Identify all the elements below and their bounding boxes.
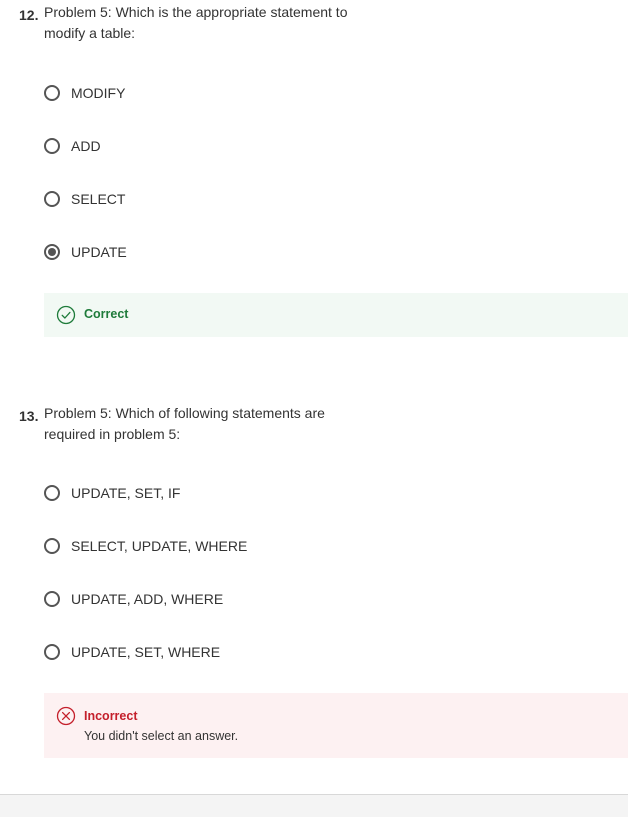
option-label: SELECT, UPDATE, WHERE (71, 538, 248, 554)
option-select-update-where[interactable]: SELECT, UPDATE, WHERE (43, 535, 247, 557)
option-label: UPDATE (71, 244, 127, 260)
x-circle-icon (56, 706, 76, 726)
radio-button[interactable] (44, 538, 60, 554)
option-add[interactable]: ADD (43, 135, 101, 157)
bottom-bar (0, 794, 628, 817)
option-label: SELECT (71, 191, 126, 207)
radio-button[interactable] (44, 191, 60, 207)
option-update-add-where[interactable]: UPDATE, ADD, WHERE (43, 588, 223, 610)
question-number: 12. (19, 7, 39, 23)
question-text: Problem 5: Which is the appropriate stat… (44, 4, 348, 41)
option-update-set-where[interactable]: UPDATE, SET, WHERE (43, 641, 220, 663)
radio-button[interactable] (44, 591, 60, 607)
feedback-detail: You didn't select an answer. (84, 729, 239, 743)
question-text: Problem 5: Which of following statements… (44, 405, 325, 442)
option-select[interactable]: SELECT (43, 188, 125, 210)
radio-button[interactable] (44, 85, 60, 101)
feedback-correct: Correct (44, 293, 628, 337)
option-label: MODIFY (71, 85, 126, 101)
option-label: ADD (71, 138, 101, 154)
option-label: UPDATE, SET, IF (71, 485, 181, 501)
radio-button[interactable] (44, 138, 60, 154)
feedback-title: Incorrect (84, 709, 138, 723)
option-modify[interactable]: MODIFY (43, 82, 125, 104)
feedback-incorrect: Incorrect You didn't select an answer. (44, 693, 628, 758)
radio-button-selected[interactable] (44, 244, 60, 260)
radio-button[interactable] (44, 485, 60, 501)
option-label: UPDATE, SET, WHERE (71, 644, 221, 660)
option-update-set-if[interactable]: UPDATE, SET, IF (43, 482, 180, 504)
option-label: UPDATE, ADD, WHERE (71, 591, 224, 607)
option-update[interactable]: UPDATE (43, 241, 127, 263)
feedback-title: Correct (84, 307, 129, 321)
check-circle-icon (56, 305, 76, 325)
question-number: 13. (19, 408, 39, 424)
radio-button[interactable] (44, 644, 60, 660)
